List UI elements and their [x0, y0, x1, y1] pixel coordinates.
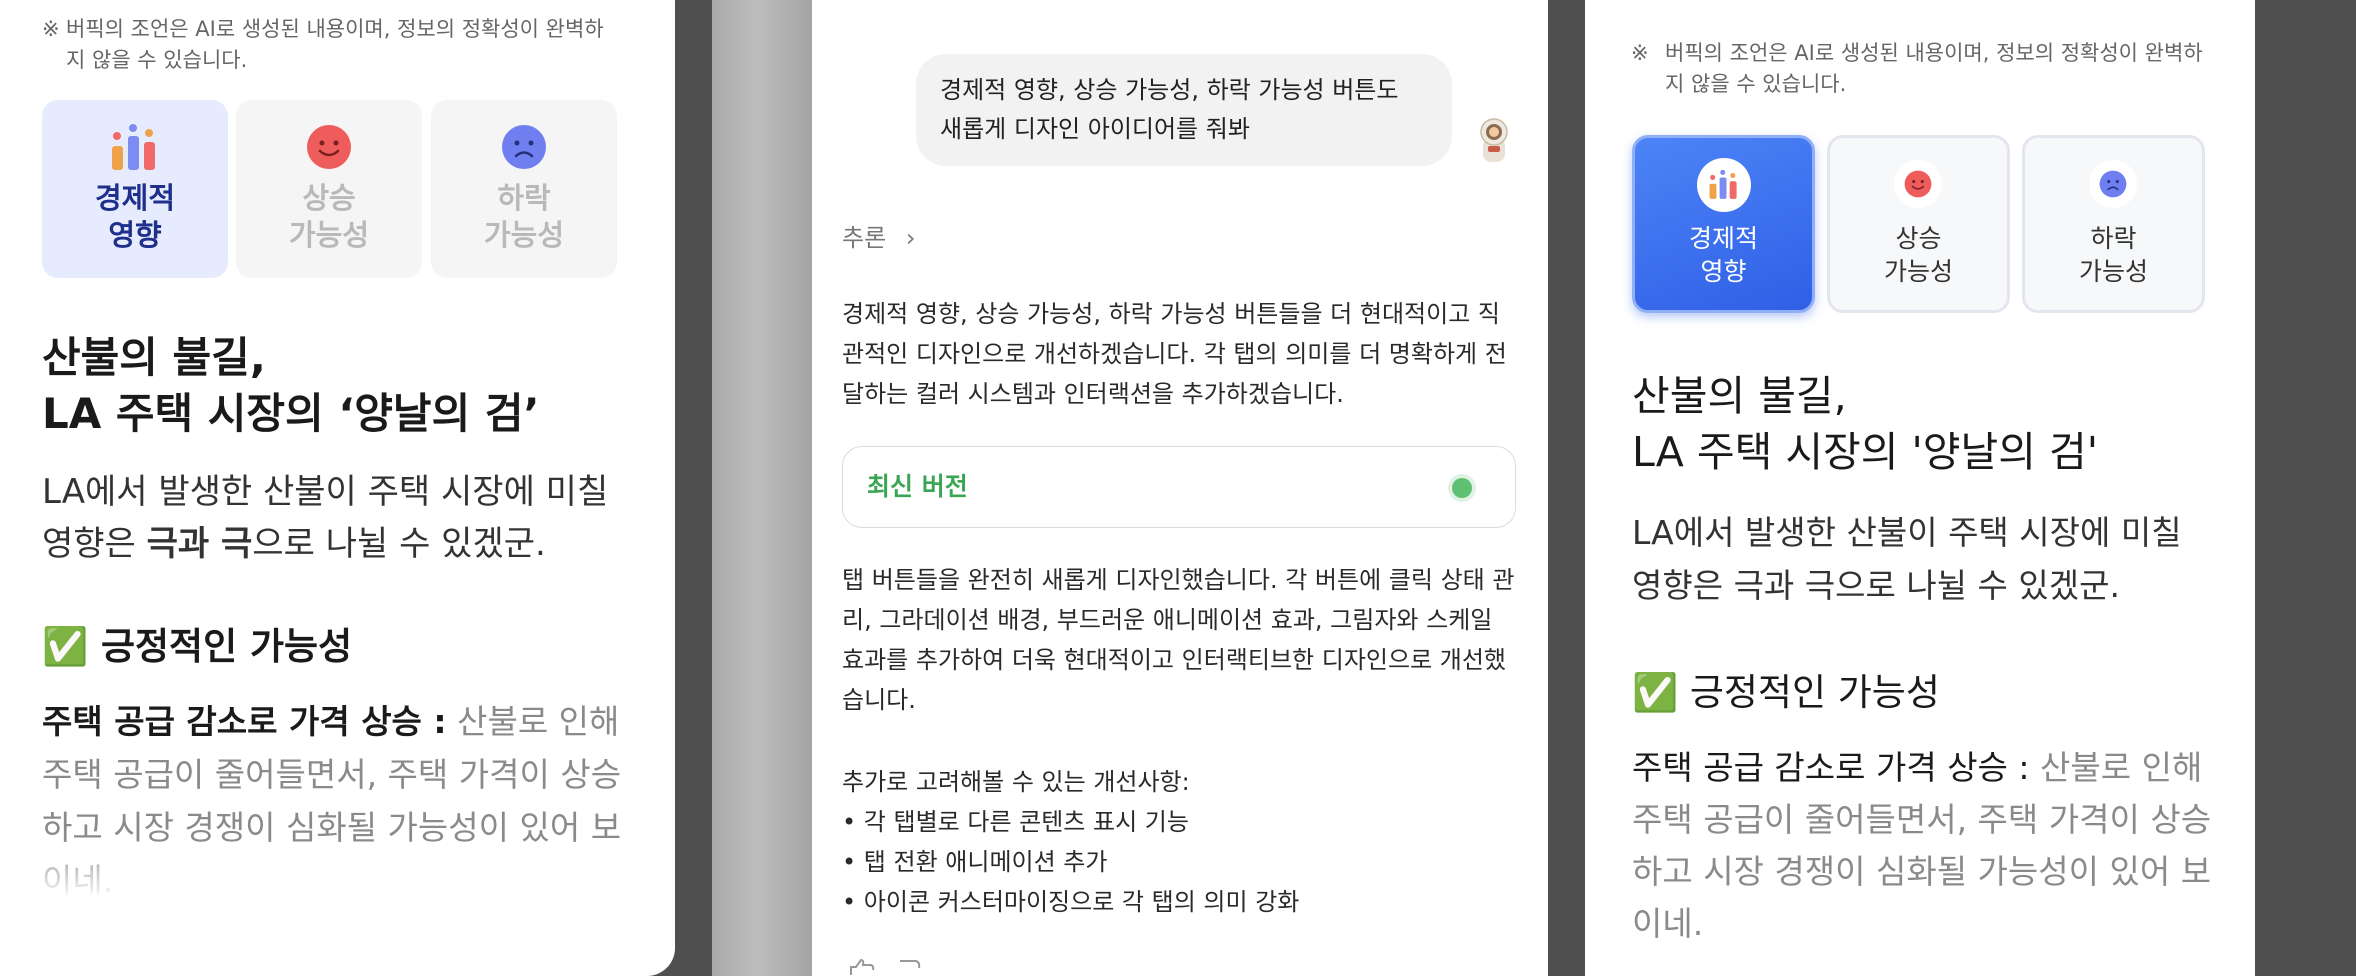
- check-mark-icon: ✅: [1632, 671, 1679, 714]
- latest-version-card[interactable]: 최신 버전: [842, 446, 1516, 528]
- tab-fall-possibility[interactable]: 하락 가능성: [431, 100, 617, 278]
- scroll-gutter: [712, 0, 812, 976]
- assistant-intro-text: 경제적 영향, 상승 가능성, 하락 가능성 버튼들을 더 현대적이고 직관적인…: [842, 300, 1507, 408]
- tab-economic-impact[interactable]: 경제적 영향: [1632, 135, 1815, 313]
- suggestion-item: • 각 탭별로 다른 콘텐츠 표시 기능: [842, 808, 1189, 836]
- suggestion-item: • 탭 전환 애니메이션 추가: [842, 848, 1108, 876]
- suggestions-block: 추가로 고려해볼 수 있는 개선사항: • 각 탭별로 다른 콘텐츠 표시 기능…: [842, 762, 1522, 922]
- sad-face-icon: [502, 125, 546, 169]
- lead-text: LA에서 발생한 산불이 주택 시장에 미칠 영향은 극과 극으로 나뉠 수 있…: [1632, 513, 2182, 605]
- smile-face-icon: [307, 125, 351, 169]
- ai-notice: ※ 버픽의 조언은 AI로 생성된 내용이며, 정보의 정확성이 완벽하지 않을…: [42, 17, 604, 72]
- latest-version-label: 최신 버전: [867, 472, 968, 501]
- new-design-preview: ※ 버픽의 조언은 AI로 생성된 내용이며, 정보의 정확성이 완벽하지 않을…: [1585, 0, 2255, 976]
- tab-fall-possibility[interactable]: 하락 가능성: [2022, 135, 2205, 313]
- ai-notice: ※ 버픽의 조언은 AI로 생성된 내용이며, 정보의 정확성이 완벽하지 않을…: [1631, 41, 2203, 96]
- tab-economic-impact[interactable]: 경제적 영향: [42, 100, 228, 278]
- assistant-result-text: 탭 버튼들을 완전히 새롭게 디자인했습니다. 각 버튼에 클릭 상태 관리, …: [842, 566, 1515, 714]
- reasoning-toggle[interactable]: 추론 ›: [842, 222, 915, 254]
- bar-chart-icon: [112, 124, 155, 170]
- tab-rise-possibility-label: 상승 가능성: [288, 181, 370, 252]
- thumbs-down-icon[interactable]: [896, 958, 924, 976]
- fade-overlay: [0, 840, 675, 900]
- thumbs-up-icon[interactable]: [848, 958, 876, 976]
- check-mark-icon: ✅: [42, 625, 89, 668]
- page-title: 산불의 불길, LA 주택 시장의 '양날의 검': [1632, 372, 2098, 476]
- suggestion-item: • 아이콘 커스터마이징으로 각 탭의 의미 강화: [842, 888, 1300, 916]
- lead-text: LA에서 발생한 산불이 주택 시장에 미칠 영향은 극과 극으로 나뉠 수 있…: [42, 472, 609, 564]
- positive-paragraph: 주택 공급 감소로 가격 상승 : 산불로 인해 주택 공급이 줄어들면서, 주…: [1632, 748, 2212, 943]
- page-title: 산불의 불길, LA 주택 시장의 ‘양날의 검’: [42, 333, 540, 438]
- tab-fall-possibility-label: 하락 가능성: [2078, 224, 2148, 286]
- tab-rise-possibility-label: 상승 가능성: [1883, 224, 1953, 286]
- section-heading: ✅ 긍정적인 가능성: [42, 625, 353, 668]
- tab-fall-possibility-label: 하락 가능성: [483, 181, 565, 252]
- astronaut-avatar-icon: [1480, 118, 1508, 162]
- tab-economic-impact-label: 경제적 영향: [94, 181, 176, 252]
- user-message-bubble: 경제적 영향, 상승 가능성, 하락 가능성 버튼도 새롭게 디자인 아이디어를…: [916, 54, 1452, 166]
- tab-rise-possibility[interactable]: 상승 가능성: [1827, 135, 2010, 313]
- section-heading: ✅ 긍정적인 가능성: [1632, 671, 1940, 714]
- tab-economic-impact-label: 경제적 영향: [1688, 224, 1758, 286]
- sad-face-icon: [2099, 170, 2127, 198]
- tab-rise-possibility[interactable]: 상승 가능성: [236, 100, 422, 278]
- chat-panel: 경제적 영향, 상승 가능성, 하락 가능성 버튼도 새롭게 디자인 아이디어를…: [812, 0, 1548, 976]
- status-dot-icon: [1452, 478, 1472, 498]
- bar-chart-icon: [1709, 169, 1737, 199]
- chevron-right-icon: ›: [905, 224, 916, 252]
- smile-face-icon: [1904, 170, 1932, 198]
- old-design-preview: ※ 버픽의 조언은 AI로 생성된 내용이며, 정보의 정확성이 완벽하지 않을…: [0, 0, 675, 976]
